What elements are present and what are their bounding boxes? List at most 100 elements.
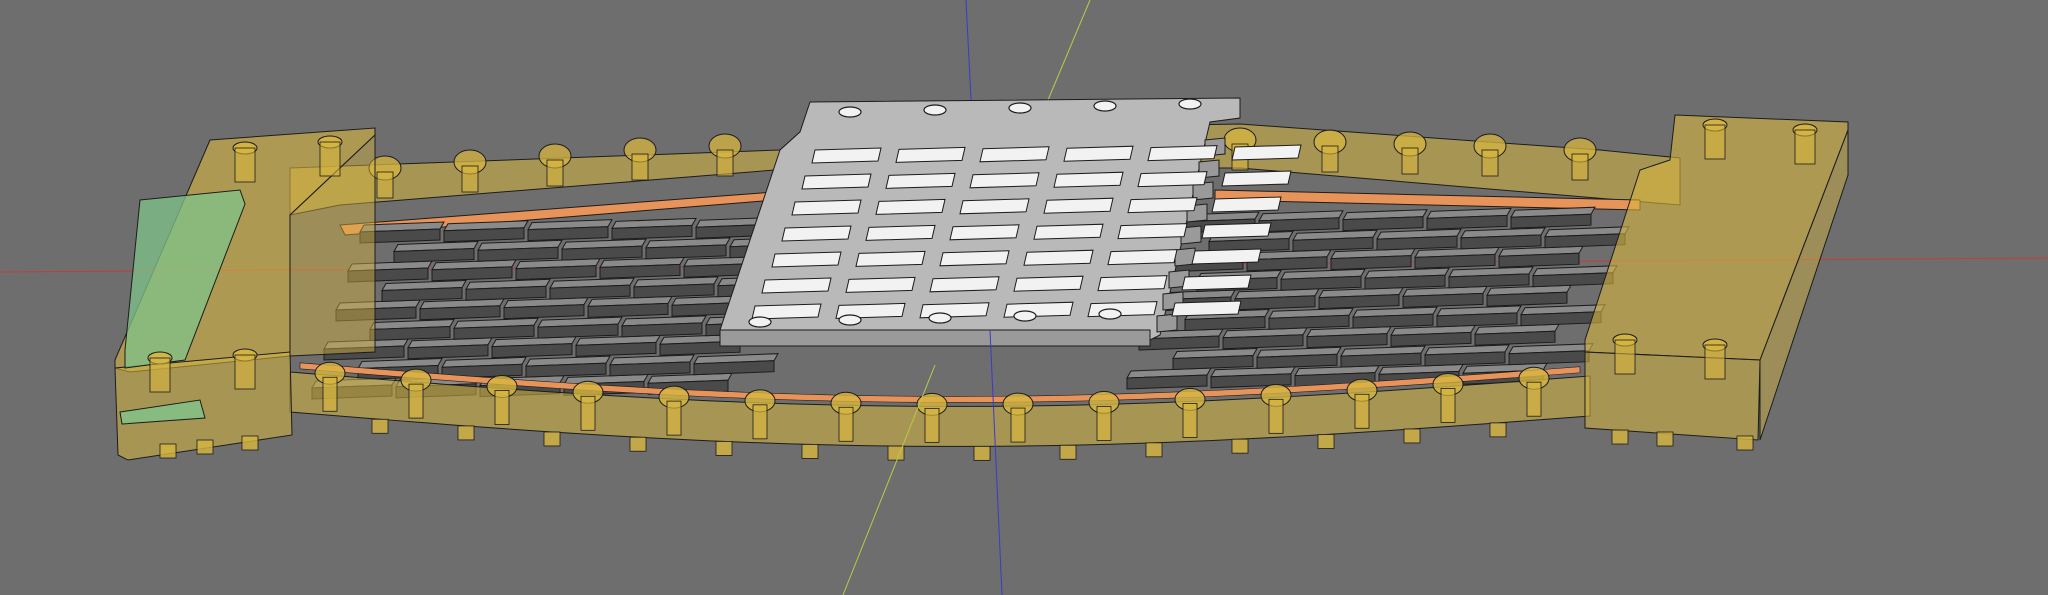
left-magnet-block-face	[575, 341, 657, 357]
left-magnet-block-face	[611, 224, 693, 240]
right-magnet-block-face	[1436, 312, 1518, 328]
right-magnet-block-face	[1510, 213, 1592, 229]
plate-slot	[1147, 145, 1218, 162]
plate-slot	[885, 172, 956, 189]
right-magnet-block-face	[1234, 295, 1316, 311]
right-magnet-block-face	[1460, 234, 1542, 250]
plate-slot	[895, 146, 966, 163]
frame-front-post	[666, 400, 682, 436]
left-magnet-block-face	[645, 244, 727, 260]
right-magnet-block-face	[1330, 255, 1412, 271]
plate-slot	[949, 224, 1020, 241]
plate-hole	[923, 104, 947, 116]
plate-slot	[1107, 249, 1178, 266]
plate-slot	[1231, 144, 1302, 161]
right-magnet-block-face	[1414, 253, 1496, 269]
plate-slot	[1211, 196, 1282, 213]
frame-front-post	[580, 395, 596, 431]
plate-slot	[791, 199, 862, 216]
frame-back-post	[461, 165, 479, 193]
frame-bottom-tab	[1317, 434, 1335, 449]
left-magnet-block-face	[525, 362, 607, 378]
plate-slot	[801, 173, 872, 190]
right-magnet-block-face	[1376, 235, 1458, 251]
cad-scene[interactable]	[0, 0, 2048, 595]
left-magnet-block-face	[453, 324, 535, 340]
left-magnet-block-face	[609, 361, 691, 377]
plate-slot	[1221, 170, 1292, 187]
frame-bottom-tab	[1059, 444, 1077, 460]
right-magnet-array[interactable]	[1126, 206, 1630, 390]
plate-slot	[1097, 275, 1168, 292]
frame-front-post	[1096, 405, 1112, 441]
right-magnet-block-face	[1532, 272, 1614, 288]
plate-slot	[855, 250, 926, 267]
right-magnet-block-face	[1426, 214, 1508, 230]
left-magnet-block-face	[515, 265, 597, 281]
plate-front-edge	[719, 329, 1151, 347]
plate-slot	[1023, 249, 1094, 266]
plate-slot	[1063, 145, 1134, 162]
left-magnet-block-face	[693, 360, 775, 376]
z-axis-line-front	[989, 329, 1003, 595]
frame-bottom-tab	[629, 436, 647, 452]
frame-front-post	[1268, 398, 1284, 434]
frame-back-post	[376, 171, 394, 199]
left-magnet-block-face	[369, 325, 451, 342]
plate-step-right	[1156, 313, 1178, 333]
frame-bottom-tab	[1145, 442, 1163, 458]
left-magnet-block-face	[443, 227, 525, 243]
plate-slot	[1117, 223, 1188, 240]
right-cap-pin	[1614, 339, 1636, 375]
left-magnet-block-face	[599, 263, 681, 279]
left-magnet-block-face	[549, 284, 631, 300]
frame-front-post	[1440, 388, 1456, 423]
right-magnet-block-face	[1486, 291, 1568, 307]
right-magnet-block-face	[1520, 311, 1602, 327]
right-magnet-block-face	[1498, 252, 1580, 268]
frame-front-post	[1354, 393, 1370, 429]
frame-back-post	[716, 149, 734, 177]
plate-slot	[1181, 274, 1252, 291]
frame-front-post	[1182, 403, 1198, 438]
right-cap-foot	[1611, 429, 1629, 445]
frame-back-post	[1481, 149, 1499, 177]
plate-hole	[748, 316, 772, 328]
frame-back-post	[546, 159, 564, 187]
frame-front-post	[408, 383, 424, 419]
left-magnet-block-face	[503, 304, 585, 320]
plate-hole	[1178, 98, 1202, 110]
frame-bottom-tab	[543, 431, 561, 447]
left-magnet-block-face	[491, 343, 573, 359]
left-cap-pin	[319, 141, 341, 177]
plate-slot	[1013, 275, 1084, 292]
right-magnet-block-face	[1126, 374, 1208, 390]
frame-front-post	[838, 406, 854, 442]
3d-viewport[interactable]	[0, 0, 2048, 595]
right-magnet-block-face	[1268, 314, 1350, 330]
plate-slot	[1171, 300, 1242, 317]
right-magnet-block-face	[1352, 313, 1434, 329]
right-cap-pin	[1704, 124, 1726, 160]
plate-slot	[761, 277, 832, 294]
plate-slot	[875, 198, 946, 215]
left-magnet-block-face	[431, 266, 513, 282]
right-cap-pin	[1794, 129, 1816, 165]
right-cap-pin	[1704, 344, 1726, 380]
left-magnet-block-face	[633, 283, 715, 299]
plate-slot	[969, 172, 1040, 189]
right-magnet-block-face	[1184, 315, 1266, 332]
plate-hole	[1013, 310, 1037, 322]
left-magnet-block-face	[477, 246, 559, 262]
right-magnet-block-face	[1292, 236, 1374, 252]
right-magnet-block-face	[1340, 352, 1422, 368]
plate-hole	[1093, 100, 1117, 112]
plate-hole	[928, 312, 952, 324]
frame-bottom-tab	[973, 445, 991, 461]
y-axis-line	[1047, 0, 1091, 101]
right-magnet-block-face	[1342, 216, 1424, 232]
left-magnet-block-face	[465, 285, 547, 301]
frame-bottom-tab	[1489, 422, 1507, 438]
frame-bottom-tab	[371, 418, 389, 434]
right-cap-foot	[1736, 435, 1754, 451]
